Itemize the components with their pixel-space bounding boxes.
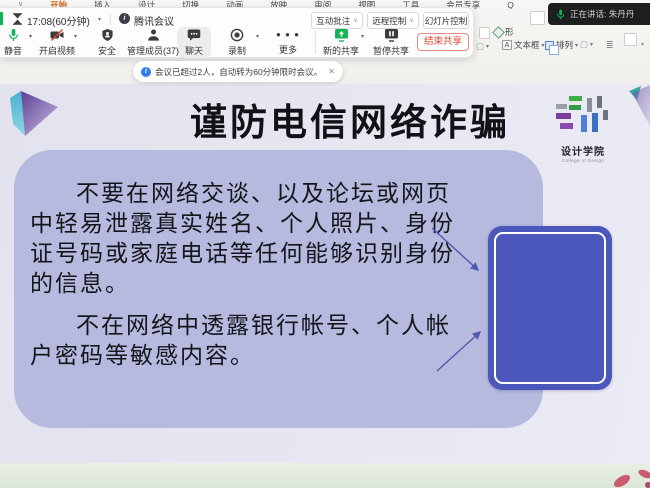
info-icon: i <box>141 67 151 77</box>
person-icon <box>147 28 160 42</box>
meeting-timer[interactable]: 17:08(60分钟) <box>27 13 90 28</box>
slide-layout-dropdown[interactable]: ▢▾ <box>580 39 593 50</box>
shield-icon <box>101 28 114 42</box>
chevron-down-icon: ∨ <box>409 17 413 24</box>
manage-members-button[interactable]: 管理成员(37) <box>123 28 183 56</box>
divider <box>315 31 316 54</box>
speaking-mic-icon <box>556 9 565 20</box>
annotation-button[interactable]: 互动批注∨ <box>311 12 363 29</box>
wallpaper-flower <box>600 463 650 488</box>
close-icon[interactable]: ✕ <box>328 67 335 76</box>
shape-button[interactable]: 形 <box>494 26 514 38</box>
mute-button[interactable]: 静音 <box>0 28 26 56</box>
chat-button[interactable]: 聊天 <box>178 28 210 56</box>
shared-slide: 谨防电信网络诈骗 设计学院 College of Design 不要在网络交谈、… <box>0 84 650 463</box>
slide-control-button[interactable]: 幻灯片控制 <box>423 12 469 29</box>
clipboard-icon[interactable] <box>479 27 490 39</box>
meeting-notification: i 会议已超过2人，自动转为60分钟限时会议。 ✕ <box>133 61 343 82</box>
screen: ∨ 开始 插入 设计 切换 动画 放映 审阅 视图 工具 会员专享 Q ▢▾ 形… <box>0 0 650 488</box>
camera-off-icon <box>50 28 64 42</box>
microphone-icon <box>7 28 20 42</box>
more-button[interactable]: ● ● ● 更多 <box>272 28 304 55</box>
align-dropdown[interactable]: ▢▾ <box>476 41 489 52</box>
meeting-app-name: 腾讯会议 <box>134 13 174 28</box>
shape-icon <box>492 26 505 39</box>
slide-purple-panel <box>488 226 612 390</box>
mute-caret-icon[interactable]: ▾ <box>29 33 32 40</box>
more-dots-icon: ● ● ● <box>276 28 300 41</box>
pause-share-button[interactable]: 暂停共享 <box>372 28 410 56</box>
meeting-logo-icon <box>0 12 3 25</box>
pause-share-icon <box>384 28 399 42</box>
share-caret-icon[interactable]: ▾ <box>361 33 364 40</box>
timer-icon <box>12 13 23 25</box>
college-logo-title: 设计学院 <box>550 143 616 158</box>
record-button[interactable]: 录制 <box>220 28 254 56</box>
desktop-strip <box>0 463 650 488</box>
search-icon[interactable]: Q <box>507 0 514 9</box>
record-caret-icon[interactable]: ▾ <box>256 33 259 40</box>
video-caret-icon[interactable]: ▾ <box>74 33 77 40</box>
meeting-info-icon[interactable]: i <box>119 13 130 24</box>
end-share-button[interactable]: 结束共享 <box>417 33 469 51</box>
arrange-icon <box>545 41 554 50</box>
college-logo-icon <box>554 96 612 136</box>
slide-purple-panel-border <box>494 232 606 384</box>
share-screen-icon <box>334 28 349 42</box>
record-icon <box>230 28 244 42</box>
college-logo-subtitle: College of Design <box>550 158 616 163</box>
start-video-button[interactable]: 开启视频 <box>38 28 76 56</box>
speaking-text: 正在讲话: 朱丹丹 <box>570 8 634 20</box>
meeting-toolbar: 17:08(60分钟) ▾ i 腾讯会议 互动批注∨ 远程控制∨ 幻灯片控制 静… <box>0 7 474 58</box>
caret-down-icon[interactable]: ▾ <box>641 42 644 48</box>
list-icon[interactable]: ≣ <box>606 41 614 50</box>
timer-caret-icon[interactable]: ▾ <box>98 16 101 23</box>
textbox-icon: A <box>502 40 512 50</box>
new-share-button[interactable]: 新的共享 <box>322 28 360 56</box>
slide-deco-top-left <box>0 84 70 144</box>
chevron-down-icon: ∨ <box>353 17 357 24</box>
arrange-button[interactable]: 排列 ▾ <box>545 39 578 51</box>
slide-paragraph-1: 不要在网络交谈、以及论坛或网页中轻易泄露真实姓名、个人照片、身份证号码或家庭电话… <box>30 178 466 298</box>
slide-paragraph-2: 不在网络中透露银行帐号、个人帐户密码等敏感内容。 <box>30 310 466 370</box>
paste-icon[interactable] <box>530 11 545 25</box>
slide-title: 谨防电信网络诈骗 <box>80 92 620 146</box>
picture-icon[interactable] <box>624 33 637 46</box>
college-logo: 设计学院 College of Design <box>550 96 616 163</box>
notification-text: 会议已超过2人，自动转为60分钟限时会议。 <box>155 66 322 78</box>
chat-icon <box>187 28 201 42</box>
security-button[interactable]: 安全 <box>91 28 123 56</box>
slide-body-text: 不要在网络交谈、以及论坛或网页中轻易泄露真实姓名、个人照片、身份证号码或家庭电话… <box>30 178 466 370</box>
speaking-indicator: 正在讲话: 朱丹丹 <box>548 3 650 25</box>
textbox-button[interactable]: A 文本框 ▾ <box>502 39 545 51</box>
divider <box>110 14 111 25</box>
slide-content-card: 不要在网络交谈、以及论坛或网页中轻易泄露真实姓名、个人照片、身份证号码或家庭电话… <box>14 150 543 428</box>
remote-control-button[interactable]: 远程控制∨ <box>367 12 419 29</box>
